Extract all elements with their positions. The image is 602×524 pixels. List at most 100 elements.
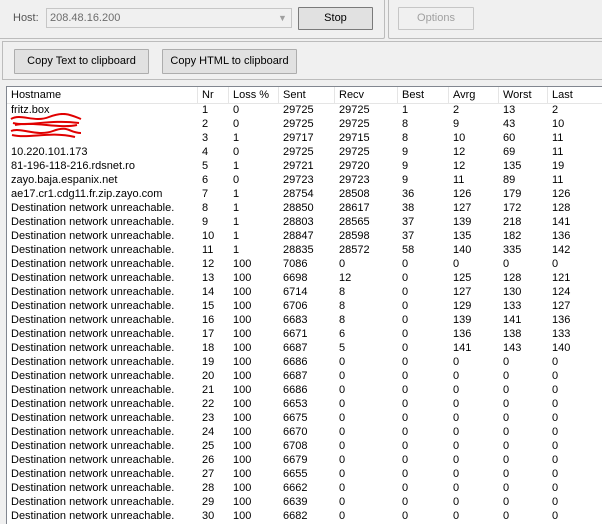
table-row[interactable]: zayo.baja.espanix.net 6 0 29723 29723 9 11 89 11 — [7, 173, 602, 187]
cell-worst: 0 — [503, 440, 510, 452]
table-row[interactable]: Destination network unreachable. 28 100 666… — [7, 481, 602, 495]
table-row[interactable]: Destination network unreachable. 24 100 667… — [7, 425, 602, 439]
table-row[interactable]: ae17.cr1.cdg11.fr.zip.zayo.com 7 1 28754 285… — [7, 187, 602, 201]
cell-worst: 0 — [503, 426, 510, 438]
table-row[interactable]: 2 0 29725 29725 8 9 43 10 — [7, 117, 602, 131]
cell-sent: 29725 — [283, 146, 314, 158]
cell-worst: 182 — [503, 230, 522, 242]
cell-nr: 4 — [202, 146, 209, 158]
cell-avrg: 141 — [453, 342, 472, 354]
cell-best: 0 — [402, 482, 409, 494]
cell-last: 11 — [552, 132, 564, 144]
cell-sent: 29725 — [283, 118, 314, 130]
cell-worst: 143 — [503, 342, 522, 354]
column-header-hostname[interactable]: Hostname — [7, 87, 198, 103]
cell-avrg: 139 — [453, 314, 472, 326]
cell-recv: 8 — [339, 286, 346, 298]
column-header-best[interactable]: Best — [398, 87, 449, 103]
cell-recv: 28565 — [339, 216, 370, 228]
cell-loss: 100 — [233, 356, 252, 368]
cell-avrg: 0 — [453, 454, 460, 466]
cell-loss: 100 — [233, 468, 252, 480]
cell-worst: 0 — [503, 454, 510, 466]
table-row[interactable]: Destination network unreachable. 14 100 671… — [7, 285, 602, 299]
cell-avrg: 12 — [453, 146, 466, 158]
table-row[interactable]: Destination network unreachable. 15 100 670… — [7, 299, 602, 313]
cell-recv: 0 — [339, 426, 346, 438]
cell-sent: 6687 — [283, 342, 308, 354]
cell-loss: 100 — [233, 272, 252, 284]
table-row[interactable]: Destination network unreachable. 9 1 28803 2… — [7, 215, 602, 229]
cell-avrg: 0 — [453, 370, 460, 382]
cell-sent: 6653 — [283, 398, 308, 410]
table-row[interactable]: Destination network unreachable. 17 100 667… — [7, 327, 602, 341]
table-row[interactable]: Destination network unreachable. 12 100 708… — [7, 257, 602, 271]
chevron-down-icon[interactable]: ▼ — [274, 9, 291, 27]
cell-nr: 28 — [202, 482, 215, 494]
cell-sent: 6708 — [283, 440, 308, 452]
table-row[interactable]: 81-196-118-216.rdsnet.ro 5 1 29721 29720 9 12 1… — [7, 159, 602, 173]
options-button[interactable]: Options — [398, 7, 474, 30]
column-header-worst[interactable]: Worst — [499, 87, 548, 103]
table-row[interactable]: Destination network unreachable. 23 100 667… — [7, 411, 602, 425]
cell-best: 36 — [402, 188, 415, 200]
table-row[interactable]: Destination network unreachable. 27 100 665… — [7, 467, 602, 481]
copy-html-button[interactable]: Copy HTML to clipboard — [162, 49, 297, 74]
cell-worst: 179 — [503, 188, 522, 200]
table-row[interactable]: Destination network unreachable. 8 1 28850 2… — [7, 201, 602, 215]
column-header-nr[interactable]: Nr — [198, 87, 229, 103]
cell-recv: 29725 — [339, 104, 370, 116]
table-row[interactable]: Destination network unreachable. 26 100 667… — [7, 453, 602, 467]
cell-loss: 100 — [233, 286, 252, 298]
cell-loss: 1 — [233, 202, 240, 214]
cell-last: 0 — [552, 468, 559, 480]
table-row[interactable]: Destination network unreachable. 19 100 668… — [7, 355, 602, 369]
table-row[interactable]: Destination network unreachable. 10 1 28847… — [7, 229, 602, 243]
column-header-last[interactable]: Last — [548, 87, 602, 103]
cell-sent: 6662 — [283, 482, 308, 494]
cell-last: 124 — [552, 286, 571, 298]
column-header-loss[interactable]: Loss % — [229, 87, 279, 103]
cell-hostname: Destination network unreachable. — [11, 300, 175, 312]
cell-hostname: Destination network unreachable. — [11, 398, 175, 410]
table-row[interactable]: Destination network unreachable. 29 100 663… — [7, 495, 602, 509]
table-row[interactable]: 3 1 29717 29715 8 10 60 11 — [7, 131, 602, 145]
cell-last: 2 — [552, 104, 559, 116]
table-row[interactable]: Destination network unreachable. 13 100 669… — [7, 271, 602, 285]
stop-button[interactable]: Stop — [298, 7, 373, 30]
cell-loss: 100 — [233, 300, 252, 312]
table-row[interactable]: Destination network unreachable. 25 100 670… — [7, 439, 602, 453]
cell-avrg: 136 — [453, 328, 472, 340]
table-row[interactable]: fritz.box 1 0 29725 29725 1 2 13 2 — [7, 103, 602, 117]
table-row[interactable]: Destination network unreachable. 11 1 28835… — [7, 243, 602, 257]
column-header-avrg[interactable]: Avrg — [449, 87, 499, 103]
table-row[interactable]: Destination network unreachable. 30 100 668… — [7, 509, 602, 523]
cell-hostname: Destination network unreachable. — [11, 244, 175, 256]
cell-best: 37 — [402, 230, 415, 242]
cell-sent: 6683 — [283, 314, 308, 326]
table-row[interactable]: 10.220.101.173 4 0 29725 29725 9 12 69 11 — [7, 145, 602, 159]
cell-last: 136 — [552, 314, 571, 326]
cell-loss: 100 — [233, 496, 252, 508]
cell-hostname: Destination network unreachable. — [11, 370, 175, 382]
cell-worst: 0 — [503, 510, 510, 522]
table-row[interactable]: Destination network unreachable. 18 100 668… — [7, 341, 602, 355]
table-row[interactable]: Destination network unreachable. 20 100 668… — [7, 369, 602, 383]
cell-worst: 0 — [503, 356, 510, 368]
table-row[interactable]: Destination network unreachable. 21 100 668… — [7, 383, 602, 397]
cell-last: 0 — [552, 258, 559, 270]
cell-worst: 218 — [503, 216, 522, 228]
cell-last: 0 — [552, 496, 559, 508]
copy-text-button[interactable]: Copy Text to clipboard — [14, 49, 149, 74]
cell-best: 0 — [402, 440, 409, 452]
column-header-recv[interactable]: Recv — [335, 87, 398, 103]
column-header-sent[interactable]: Sent — [279, 87, 335, 103]
cell-best: 37 — [402, 216, 415, 228]
table-row[interactable]: Destination network unreachable. 16 100 668… — [7, 313, 602, 327]
host-combobox[interactable]: 208.48.16.200 ▼ — [46, 8, 292, 28]
cell-hostname: Destination network unreachable. — [11, 258, 175, 270]
cell-loss: 0 — [233, 174, 240, 186]
trace-results-table[interactable]: Hostname Nr Loss % Sent Recv Best Avrg Worst Las… — [6, 86, 602, 524]
table-row[interactable]: Destination network unreachable. 22 100 665… — [7, 397, 602, 411]
cell-last: 19 — [552, 160, 565, 172]
